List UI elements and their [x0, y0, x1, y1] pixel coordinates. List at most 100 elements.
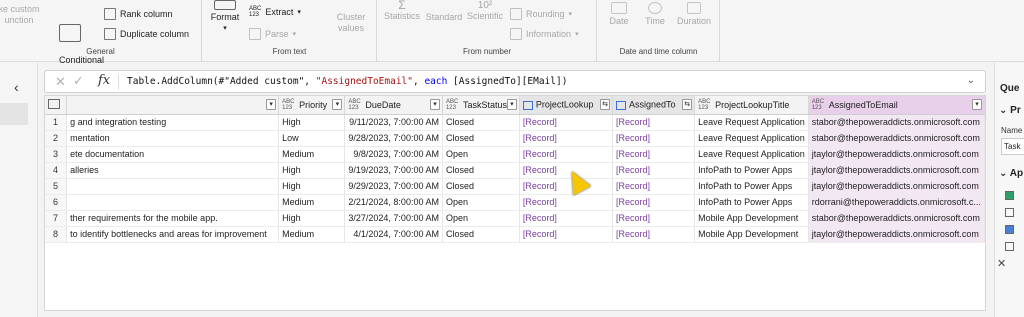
cell-assignedto[interactable]: [Record]	[612, 146, 696, 163]
cell-projectlookup[interactable]: [Record]	[519, 226, 614, 243]
query-name-input[interactable]: Task	[1001, 138, 1024, 155]
formula-text[interactable]: Table.AddColumn(#"Added custom", "Assign…	[127, 76, 567, 87]
cell-projectlookup[interactable]: [Record]	[519, 210, 614, 227]
row-number[interactable]: 1	[45, 114, 68, 131]
extract-button[interactable]: ABC 123 Extract ▾	[249, 6, 301, 18]
chevron-left-icon[interactable]: ‹	[14, 79, 19, 95]
expand-icon[interactable]: ⇆	[600, 99, 611, 110]
information-button[interactable]: Information ▾	[510, 28, 579, 40]
expand-icon[interactable]: ⇆	[682, 99, 693, 110]
step-icon[interactable]	[1005, 225, 1014, 234]
time-button[interactable]: Time	[640, 2, 670, 27]
date-button[interactable]: Date	[604, 2, 634, 27]
scientific-button[interactable]: 10² Scientific	[464, 0, 506, 22]
cell-taskstatus[interactable]: Open	[442, 146, 520, 163]
cell-title[interactable]	[66, 194, 280, 211]
delete-step-icon[interactable]: ✕	[997, 257, 1006, 270]
cell-title[interactable]: ete documentation	[66, 146, 280, 163]
cell-priority[interactable]: High	[278, 178, 346, 195]
column-header-priority[interactable]: ABC 123 Priority ▾	[278, 96, 346, 115]
statistics-button[interactable]: Σ Statistics	[380, 0, 424, 22]
cell-assignedtoemail[interactable]: jtaylor@thepoweraddicts.onmicrosoft.com	[808, 226, 985, 243]
cell-title[interactable]: alleries	[66, 162, 280, 179]
cell-assignedto[interactable]: [Record]	[612, 210, 696, 227]
cell-assignedtoemail[interactable]: jtaylor@thepoweraddicts.onmicrosoft.com	[808, 162, 985, 179]
cell-projectlookuptitle[interactable]: InfoPath to Power Apps	[694, 178, 809, 195]
cell-projectlookuptitle[interactable]: Mobile App Development	[694, 226, 809, 243]
cell-title[interactable]: mentation	[66, 130, 280, 147]
cell-projectlookuptitle[interactable]: InfoPath to Power Apps	[694, 194, 809, 211]
row-number[interactable]: 4	[45, 162, 68, 179]
duplicate-column-button[interactable]: Duplicate column	[104, 28, 189, 40]
cell-duedate[interactable]: 9/8/2023, 7:00:00 AM	[344, 146, 443, 163]
cell-title[interactable]: to identify bottlenecks and areas for im…	[66, 226, 280, 243]
cancel-icon[interactable]: ✕	[55, 74, 66, 90]
cell-priority[interactable]: Medium	[278, 226, 346, 243]
cell-taskstatus[interactable]: Closed	[442, 178, 520, 195]
rank-column-button[interactable]: Rank column	[104, 8, 173, 20]
cell-assignedtoemail[interactable]: stabor@thepoweraddicts.onmicrosoft.com	[808, 210, 985, 227]
selected-query-item[interactable]	[0, 103, 28, 125]
cell-projectlookup[interactable]: [Record]	[519, 194, 614, 211]
cell-projectlookuptitle[interactable]: Leave Request Application	[694, 114, 809, 131]
cell-taskstatus[interactable]: Closed	[442, 114, 520, 131]
duration-button[interactable]: Duration	[674, 2, 714, 27]
cell-duedate[interactable]: 9/11/2023, 7:00:00 AM	[344, 114, 443, 131]
cell-taskstatus[interactable]: Closed	[442, 162, 520, 179]
cell-priority[interactable]: High	[278, 162, 346, 179]
chevron-down-icon[interactable]: ▾	[506, 99, 517, 110]
commit-icon[interactable]: ✓	[73, 73, 84, 89]
formula-bar[interactable]: ✕ ✓ fx Table.AddColumn(#"Added custom", …	[44, 70, 986, 93]
invoke-custom-function-button[interactable]: ke custom unction	[0, 4, 44, 26]
cell-taskstatus[interactable]: Closed	[442, 130, 520, 147]
cell-priority[interactable]: Low	[278, 130, 346, 147]
chevron-down-icon[interactable]: ⌄	[967, 75, 975, 86]
row-number[interactable]: 7	[45, 210, 68, 227]
column-header-title[interactable]: ▾	[66, 96, 280, 115]
cell-duedate[interactable]: 9/28/2023, 7:00:00 AM	[344, 130, 443, 147]
cell-projectlookuptitle[interactable]: InfoPath to Power Apps	[694, 162, 809, 179]
cell-taskstatus[interactable]: Open	[442, 194, 520, 211]
cell-assignedto[interactable]: [Record]	[612, 162, 696, 179]
cell-duedate[interactable]: 9/29/2023, 7:00:00 AM	[344, 178, 443, 195]
row-number[interactable]: 8	[45, 226, 68, 243]
row-number[interactable]: 3	[45, 146, 68, 163]
cell-duedate[interactable]: 3/27/2024, 7:00:00 AM	[344, 210, 443, 227]
cell-projectlookup[interactable]: [Record]	[519, 130, 614, 147]
cell-assignedto[interactable]: [Record]	[612, 130, 696, 147]
column-header-projectlookuptitle[interactable]: ABC 123 ProjectLookupTitle	[694, 96, 809, 115]
cell-projectlookuptitle[interactable]: Mobile App Development	[694, 210, 809, 227]
table-menu-icon[interactable]	[45, 96, 68, 115]
parse-button[interactable]: Parse ▾	[249, 28, 296, 40]
cell-projectlookuptitle[interactable]: Leave Request Application	[694, 146, 809, 163]
cell-duedate[interactable]: 2/21/2024, 8:00:00 AM	[344, 194, 443, 211]
cell-title[interactable]	[66, 178, 280, 195]
column-header-projectlookup[interactable]: ProjectLookup ⇆	[519, 96, 614, 115]
step-icon[interactable]	[1005, 191, 1014, 200]
cell-priority[interactable]: Medium	[278, 194, 346, 211]
cell-assignedto[interactable]: [Record]	[612, 114, 696, 131]
chevron-down-icon[interactable]: ▾	[332, 99, 343, 110]
cell-assignedtoemail[interactable]: jtaylor@thepoweraddicts.onmicrosoft.com	[808, 178, 985, 195]
step-icon[interactable]	[1005, 242, 1014, 251]
cell-assignedtoemail[interactable]: rdorrani@thepoweraddicts.onmicrosoft.c..…	[808, 194, 985, 211]
column-header-duedate[interactable]: ABC 123 DueDate ▾	[344, 96, 443, 115]
row-number[interactable]: 2	[45, 130, 68, 147]
cell-duedate[interactable]: 4/1/2024, 7:00:00 AM	[344, 226, 443, 243]
row-number[interactable]: 5	[45, 178, 68, 195]
cell-taskstatus[interactable]: Open	[442, 210, 520, 227]
cell-projectlookup[interactable]: [Record]	[519, 146, 614, 163]
cell-priority[interactable]: High	[278, 210, 346, 227]
cluster-values-button[interactable]: Cluster values	[331, 12, 371, 34]
cell-assignedto[interactable]: [Record]	[612, 178, 696, 195]
column-header-taskstatus[interactable]: ABC 123 TaskStatus ▾	[442, 96, 520, 115]
column-header-assignedtoemail[interactable]: ABC 123 AssignedToEmail ▾	[808, 96, 985, 115]
cell-duedate[interactable]: 9/19/2023, 7:00:00 AM	[344, 162, 443, 179]
cell-title[interactable]: g and integration testing	[66, 114, 280, 131]
cell-title[interactable]: ther requirements for the mobile app.	[66, 210, 280, 227]
cell-assignedtoemail[interactable]: stabor@thepoweraddicts.onmicrosoft.com	[808, 130, 985, 147]
cell-assignedto[interactable]: [Record]	[612, 226, 696, 243]
chevron-down-icon[interactable]: ▾	[429, 99, 440, 110]
cell-projectlookup[interactable]: [Record]	[519, 114, 614, 131]
step-icon[interactable]	[1005, 208, 1014, 217]
